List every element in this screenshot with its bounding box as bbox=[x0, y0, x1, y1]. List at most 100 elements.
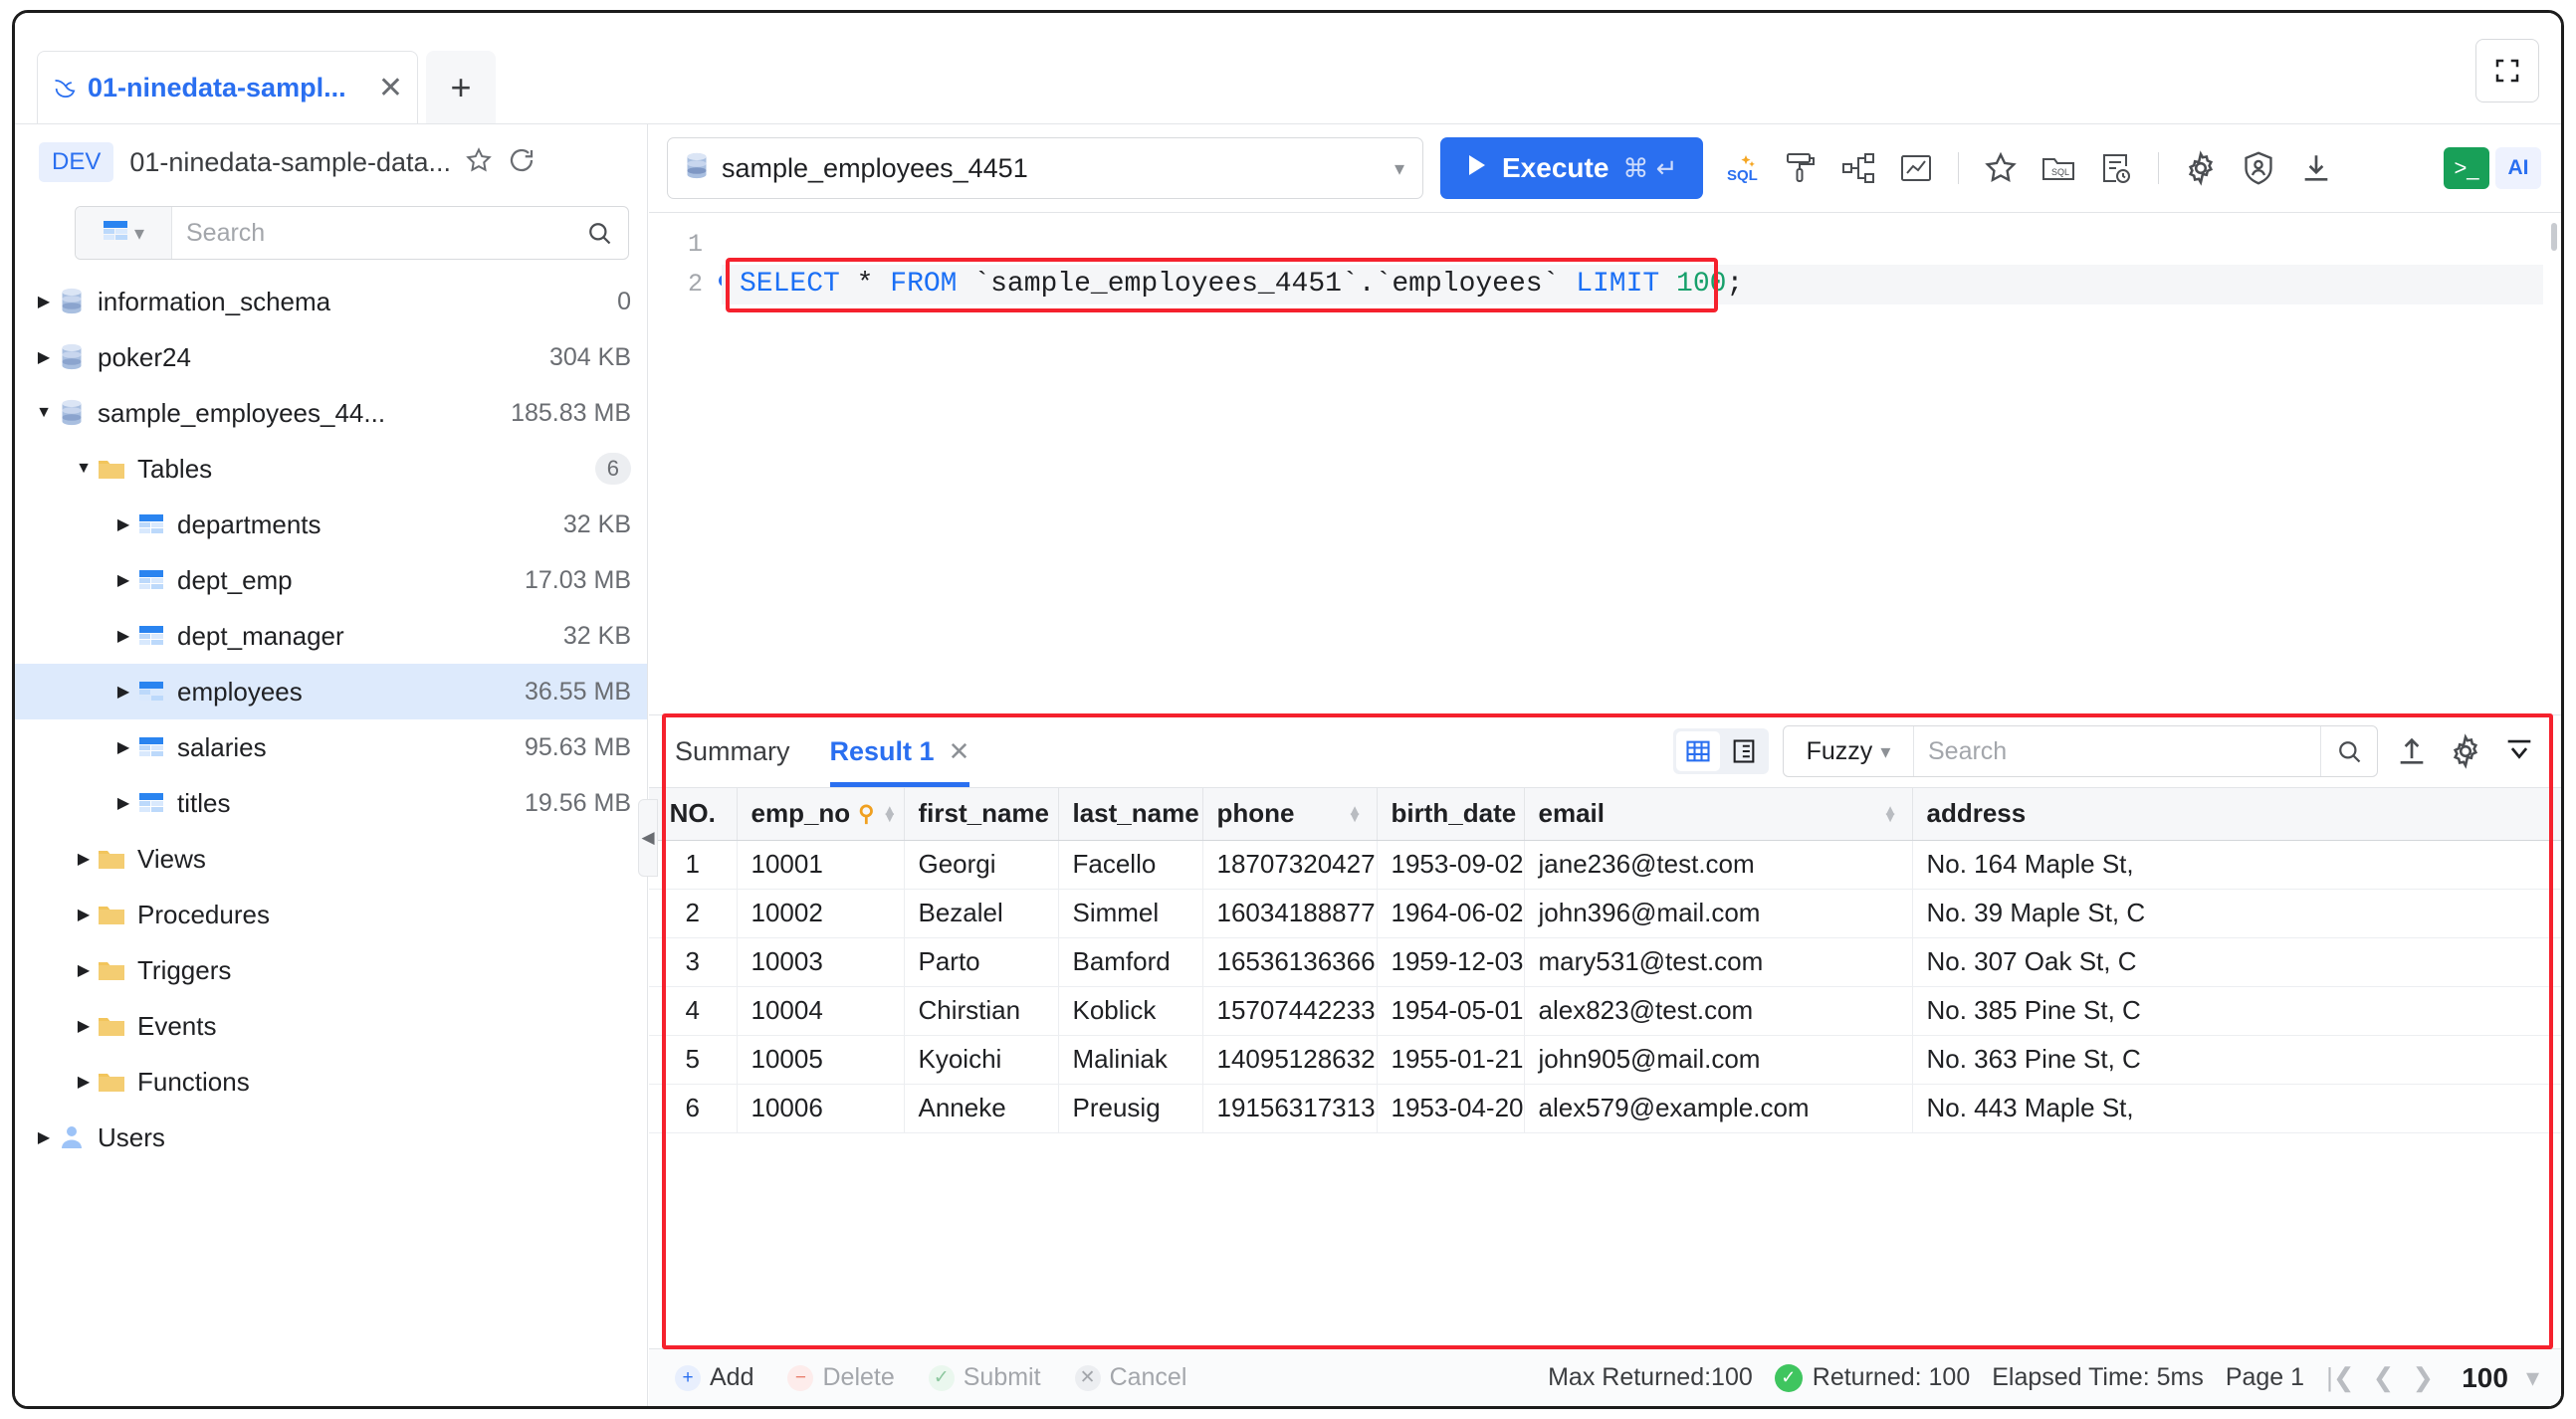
chevron-right-icon[interactable]: ▶ bbox=[31, 347, 57, 367]
prev-page-icon[interactable]: ❮ bbox=[2373, 1362, 2395, 1393]
sidebar-collapse-handle[interactable]: ◀ bbox=[638, 799, 658, 877]
chevron-right-icon[interactable]: ▶ bbox=[110, 570, 136, 590]
table-cell[interactable]: 19156317313 bbox=[1202, 1084, 1378, 1133]
table-cell[interactable]: 10004 bbox=[737, 986, 905, 1036]
structure-icon[interactable] bbox=[1838, 148, 1878, 188]
tree-item-users[interactable]: ▶ Users bbox=[15, 1110, 647, 1165]
tab-summary[interactable]: Summary bbox=[675, 715, 790, 787]
tree-item-views[interactable]: ▶ Views bbox=[15, 831, 647, 887]
chevron-down-icon[interactable]: ▼ bbox=[31, 404, 57, 422]
table-row[interactable]: 5 10005 Kyoichi Maliniak 14095128632 1955-01-… bbox=[649, 1035, 2561, 1085]
security-shield-icon[interactable] bbox=[2239, 148, 2278, 188]
table-cell[interactable]: Georgi bbox=[904, 840, 1059, 890]
form-view-icon[interactable] bbox=[1722, 731, 1766, 771]
table-cell[interactable]: 1954-05-01 bbox=[1377, 986, 1525, 1036]
editor-scrollbar[interactable] bbox=[2551, 223, 2557, 251]
table-cell[interactable]: Anneke bbox=[904, 1084, 1059, 1133]
column-header-no[interactable]: NO. bbox=[649, 788, 738, 841]
table-cell[interactable]: Chirstian bbox=[904, 986, 1059, 1036]
terminal-badge[interactable]: >_ bbox=[2444, 147, 2489, 189]
close-icon[interactable]: ✕ bbox=[949, 736, 970, 767]
chevron-right-icon[interactable]: ▶ bbox=[71, 960, 97, 980]
column-header-address[interactable]: address bbox=[1912, 788, 2561, 841]
chart-icon[interactable] bbox=[1896, 148, 1936, 188]
table-cell[interactable]: Koblick bbox=[1058, 986, 1203, 1036]
column-header-last-name[interactable]: last_name▲▼ bbox=[1058, 788, 1222, 841]
table-cell[interactable]: Bezalel bbox=[904, 889, 1059, 938]
tree-item-dept-emp[interactable]: ▶ dept_emp 17.03 MB bbox=[15, 552, 647, 608]
row-number-cell[interactable]: 3 bbox=[649, 937, 738, 987]
chevron-right-icon[interactable]: ▶ bbox=[71, 905, 97, 924]
search-input[interactable] bbox=[172, 207, 570, 259]
table-cell[interactable]: 16034188877 bbox=[1202, 889, 1378, 938]
search-icon[interactable] bbox=[570, 207, 628, 259]
sort-toggle-icon[interactable]: ▲▼ bbox=[882, 803, 897, 825]
table-row[interactable]: 3 10003 Parto Bamford 16536136366 1959-12-03 m… bbox=[649, 937, 2561, 987]
refresh-icon[interactable] bbox=[507, 145, 537, 180]
chevron-right-icon[interactable]: ▶ bbox=[110, 793, 136, 813]
table-cell[interactable]: Simmel bbox=[1058, 889, 1203, 938]
table-cell[interactable]: alex823@test.com bbox=[1524, 986, 1913, 1036]
tree-item-departments[interactable]: ▶ departments 32 KB bbox=[15, 497, 647, 552]
collapse-panel-icon[interactable] bbox=[2499, 731, 2539, 771]
close-icon[interactable]: ✕ bbox=[378, 73, 403, 103]
add-row-button[interactable]: + Add bbox=[675, 1363, 753, 1392]
download-icon[interactable] bbox=[2296, 148, 2336, 188]
table-cell[interactable]: 10005 bbox=[737, 1035, 905, 1085]
fullscreen-icon[interactable] bbox=[2475, 39, 2539, 102]
search-scope-selector[interactable]: ▾ bbox=[76, 207, 172, 259]
table-cell[interactable]: john905@mail.com bbox=[1524, 1035, 1913, 1085]
table-row[interactable]: 1 10001 Georgi Facello 18707320427 1953-09-02… bbox=[649, 840, 2561, 890]
tree-item-events[interactable]: ▶ Events bbox=[15, 998, 647, 1054]
code-area[interactable]: SELECT * FROM `sample_employees_4451`.`e… bbox=[722, 225, 2543, 714]
document-tab[interactable]: 01-ninedata-sampl... ✕ bbox=[37, 51, 418, 124]
search-icon[interactable] bbox=[2320, 726, 2377, 776]
table-cell[interactable]: Parto bbox=[904, 937, 1059, 987]
chevron-right-icon[interactable]: ▶ bbox=[110, 737, 136, 757]
tree-item-dept-manager[interactable]: ▶ dept_manager 32 KB bbox=[15, 608, 647, 664]
favorite-star-icon[interactable] bbox=[1981, 148, 2021, 188]
database-selector[interactable]: sample_employees_4451 ▾ bbox=[667, 137, 1423, 199]
chevron-right-icon[interactable]: ▶ bbox=[110, 626, 136, 646]
row-number-cell[interactable]: 1 bbox=[649, 840, 738, 890]
table-cell[interactable]: alex579@example.com bbox=[1524, 1084, 1913, 1133]
paint-roller-icon[interactable] bbox=[1781, 148, 1821, 188]
row-number-cell[interactable]: 4 bbox=[649, 986, 738, 1036]
chevron-right-icon[interactable]: ▶ bbox=[71, 849, 97, 869]
tree-item-employees[interactable]: ▶ employees 36.55 MB bbox=[15, 664, 647, 719]
table-cell[interactable]: 16536136366 bbox=[1202, 937, 1378, 987]
column-header-emp-no[interactable]: emp_no ⚲ ▲ ▼ bbox=[737, 788, 905, 841]
table-row[interactable]: 4 10004 Chirstian Koblick 15707442233 1954-05… bbox=[649, 986, 2561, 1036]
execute-button[interactable]: Execute ⌘ ↵ bbox=[1440, 137, 1704, 199]
table-cell[interactable]: 15707442233 bbox=[1202, 986, 1378, 1036]
column-header-birth-date[interactable]: birth_date▲▼ bbox=[1377, 788, 1539, 841]
sql-editor[interactable]: 1 2 SELECT * FROM `sample_employees_4451… bbox=[649, 212, 2561, 714]
chevron-right-icon[interactable]: ▶ bbox=[31, 1127, 57, 1147]
tree-item-sample-employees-44[interactable]: ▼ sample_employees_44... 185.83 MB bbox=[15, 385, 647, 441]
tree-item-tables[interactable]: ▼ Tables 6 bbox=[15, 441, 647, 497]
tab-result-1[interactable]: Result 1 ✕ bbox=[829, 715, 970, 787]
star-icon[interactable] bbox=[464, 145, 494, 180]
table-cell[interactable]: Preusig bbox=[1058, 1084, 1203, 1133]
table-cell[interactable]: mary531@test.com bbox=[1524, 937, 1913, 987]
settings-gear-icon[interactable] bbox=[2446, 731, 2485, 771]
table-cell[interactable]: 1964-06-02 bbox=[1377, 889, 1525, 938]
table-cell[interactable]: 10002 bbox=[737, 889, 905, 938]
ai-badge[interactable]: AI bbox=[2495, 147, 2541, 189]
result-search-input[interactable] bbox=[1914, 726, 2320, 776]
chevron-down-icon[interactable]: ▼ bbox=[71, 460, 97, 478]
table-cell[interactable]: 1955-01-21 bbox=[1377, 1035, 1525, 1085]
next-page-icon[interactable]: ❯ bbox=[2412, 1362, 2434, 1393]
table-cell[interactable]: No. 385 Pine St, C bbox=[1912, 986, 2561, 1036]
tree-item-titles[interactable]: ▶ titles 19.56 MB bbox=[15, 775, 647, 831]
tree-item-functions[interactable]: ▶ Functions bbox=[15, 1054, 647, 1110]
sql-format-icon[interactable]: SQL bbox=[1723, 148, 1763, 188]
sort-toggle-icon[interactable]: ▲▼ bbox=[1348, 803, 1363, 825]
table-cell[interactable]: 10006 bbox=[737, 1084, 905, 1133]
table-cell[interactable]: 1959-12-03 bbox=[1377, 937, 1525, 987]
row-number-cell[interactable]: 6 bbox=[649, 1084, 738, 1133]
column-header-first-name[interactable]: first_name▲▼ bbox=[904, 788, 1072, 841]
row-number-cell[interactable]: 5 bbox=[649, 1035, 738, 1085]
table-cell[interactable]: No. 443 Maple St, bbox=[1912, 1084, 2561, 1133]
chevron-right-icon[interactable]: ▶ bbox=[110, 514, 136, 534]
